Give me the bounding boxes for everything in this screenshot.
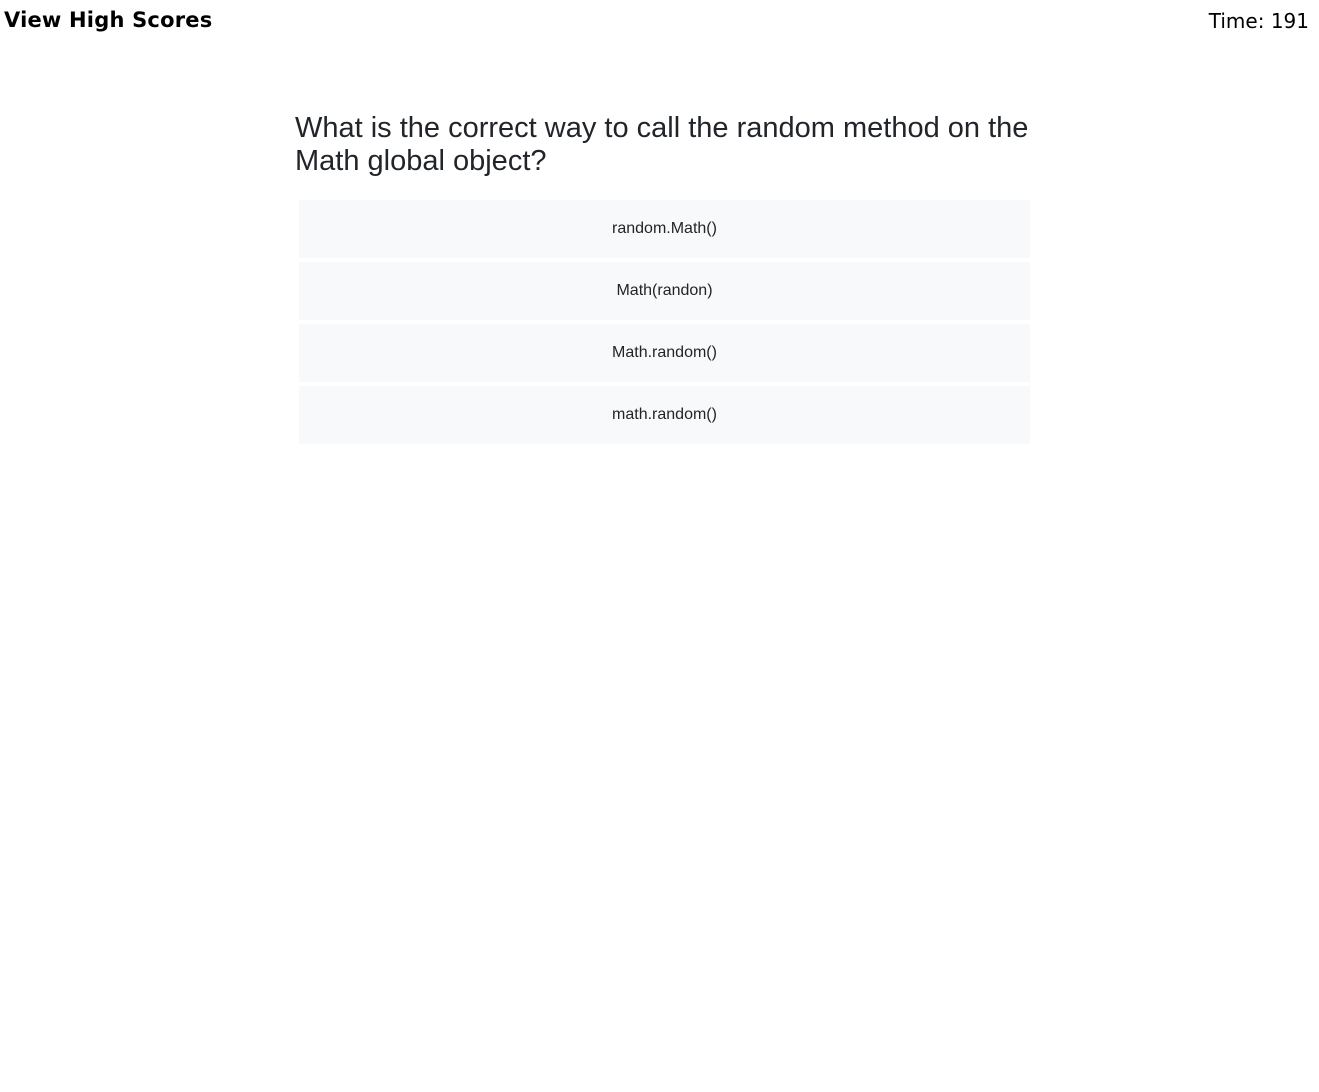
timer: Time: 191 — [1209, 9, 1309, 33]
timer-value: 191 — [1270, 9, 1309, 33]
question-text: What is the correct way to call the rand… — [295, 112, 1029, 177]
answer-button-3[interactable]: Math.random() — [299, 324, 1030, 382]
timer-label: Time: — [1208, 9, 1271, 33]
quiz-container: What is the correct way to call the rand… — [295, 112, 1035, 448]
answer-list: random.Math() Math(randon) Math.random()… — [299, 200, 1030, 444]
answer-button-2[interactable]: Math(randon) — [299, 262, 1030, 320]
header: View High Scores Time: 191 — [0, 0, 1319, 60]
answer-button-1[interactable]: random.Math() — [299, 200, 1030, 258]
view-high-scores-link[interactable]: View High Scores — [4, 8, 212, 32]
answer-button-4[interactable]: math.random() — [299, 386, 1030, 444]
